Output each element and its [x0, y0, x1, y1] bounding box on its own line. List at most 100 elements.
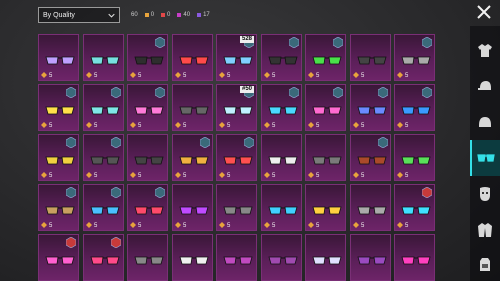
eyewear-item-slot[interactable]: 5: [350, 84, 391, 131]
eyewear-item-slot[interactable]: 5: [261, 34, 302, 81]
item-quantity: 5: [361, 123, 365, 129]
eyewear-item-slot[interactable]: #50 5: [216, 84, 257, 131]
diamond-icon: [308, 222, 314, 228]
sidebar-item-eyewear[interactable]: [470, 140, 500, 176]
sidebar-item-helmet[interactable]: [470, 104, 500, 140]
eyewear-item-slot[interactable]: 5: [38, 34, 79, 81]
eyewear-item-slot[interactable]: 5: [350, 134, 391, 181]
sunglasses-icon: [401, 156, 431, 165]
eyewear-item-slot[interactable]: 5: [127, 184, 168, 231]
backpack-icon: [480, 258, 490, 271]
eyewear-item-slot[interactable]: 5: [127, 134, 168, 181]
eyewear-item-slot[interactable]: 5: [350, 184, 391, 231]
sidebar-item-backpack[interactable]: [470, 246, 500, 281]
eyewear-item-slot[interactable]: 5: [172, 134, 213, 181]
item-quantity: 5: [361, 73, 365, 79]
eyewear-item-slot[interactable]: [261, 234, 302, 281]
item-quantity: 5: [138, 223, 142, 229]
eyewear-item-slot[interactable]: 5: [83, 84, 124, 131]
sunglasses-icon: [268, 156, 298, 165]
close-icon[interactable]: [476, 4, 492, 20]
jacket-icon: [478, 223, 492, 237]
eyewear-item-slot[interactable]: [127, 234, 168, 281]
diamond-icon: [86, 222, 92, 228]
toolbar: By Quality 60 0 0 40 17: [38, 7, 217, 23]
eyewear-item-slot[interactable]: 5: [172, 184, 213, 231]
diamond-icon: [130, 72, 136, 78]
diamond-icon: [264, 122, 270, 128]
eyewear-item-slot[interactable]: [305, 234, 346, 281]
rarity-badge-icon: [155, 37, 165, 48]
sunglasses-icon: [223, 206, 253, 215]
diamond-icon: [397, 122, 403, 128]
eyewear-item-slot[interactable]: 5: [261, 134, 302, 181]
sunglasses-icon: [357, 206, 387, 215]
eyewear-item-slot[interactable]: [172, 234, 213, 281]
item-quantity: 5: [138, 123, 142, 129]
sidebar-item-mask[interactable]: [470, 176, 500, 212]
sunglasses-icon: [357, 256, 387, 265]
eyewear-item-slot[interactable]: 5: [350, 34, 391, 81]
cap-icon: [478, 81, 491, 90]
eyewear-item-slot[interactable]: [83, 234, 124, 281]
count-red: 0: [161, 12, 170, 18]
eyewear-item-slot[interactable]: [350, 234, 391, 281]
item-quantity: 5: [49, 73, 53, 79]
item-quantity: 5: [227, 123, 231, 129]
sunglasses-icon: [401, 256, 431, 265]
item-quantity: 5: [183, 173, 187, 179]
eyewear-item-slot[interactable]: 5: [394, 184, 435, 231]
eyewear-item-slot[interactable]: 528 5: [216, 34, 257, 81]
eyewear-item-slot[interactable]: 5: [127, 84, 168, 131]
eyewear-item-slot[interactable]: [216, 234, 257, 281]
quality-counts: 60 0 0 40 17: [131, 12, 217, 18]
eyewear-item-slot[interactable]: 5: [305, 184, 346, 231]
diamond-icon: [175, 172, 181, 178]
diamond-icon: [353, 172, 359, 178]
eyewear-item-slot[interactable]: 5: [216, 184, 257, 231]
eyewear-item-slot[interactable]: 5: [305, 134, 346, 181]
item-quantity: 5: [49, 123, 53, 129]
eyewear-item-slot[interactable]: 5: [38, 184, 79, 231]
rarity-badge-icon: [333, 37, 343, 48]
diamond-icon: [175, 72, 181, 78]
eyewear-item-slot[interactable]: 5: [305, 84, 346, 131]
rarity-badge-icon: [155, 87, 165, 98]
eyewear-item-slot[interactable]: 5: [127, 34, 168, 81]
eyewear-item-slot[interactable]: 5: [261, 184, 302, 231]
item-quantity: 5: [316, 73, 320, 79]
rarity-badge-icon: [66, 87, 76, 98]
diamond-icon: [353, 222, 359, 228]
quality-filter-dropdown[interactable]: By Quality: [38, 7, 120, 23]
eyewear-item-slot[interactable]: 5: [38, 84, 79, 131]
eyewear-item-slot[interactable]: 5: [38, 134, 79, 181]
rarity-badge-icon: [378, 87, 388, 98]
eyewear-item-slot[interactable]: 5: [261, 84, 302, 131]
eyewear-item-slot[interactable]: 5: [172, 84, 213, 131]
eyewear-item-slot[interactable]: [38, 234, 79, 281]
eyewear-item-slot[interactable]: 5: [172, 34, 213, 81]
sunglasses-icon: [90, 56, 120, 65]
eyewear-item-slot[interactable]: 5: [394, 34, 435, 81]
sidebar-item-cap[interactable]: [470, 68, 500, 104]
sunglasses-icon: [223, 256, 253, 265]
eyewear-item-slot[interactable]: 5: [83, 134, 124, 181]
mask-icon: [480, 187, 490, 201]
sidebar-item-jacket[interactable]: [470, 212, 500, 248]
eyewear-item-slot[interactable]: 5: [394, 84, 435, 131]
diamond-icon: [86, 72, 92, 78]
eyewear-item-slot[interactable]: 5: [305, 34, 346, 81]
rarity-badge-icon: [66, 137, 76, 148]
item-quantity: 5: [183, 123, 187, 129]
rarity-badge-icon: [378, 137, 388, 148]
diamond-icon: [219, 72, 225, 78]
count-total: 60: [131, 12, 138, 18]
eyewear-item-slot[interactable]: 5: [83, 184, 124, 231]
diamond-icon: [130, 222, 136, 228]
sidebar-item-outfit[interactable]: [470, 32, 500, 68]
eyewear-item-slot[interactable]: 5: [216, 134, 257, 181]
eyewear-item-slot[interactable]: [394, 234, 435, 281]
eyewear-item-slot[interactable]: 5: [83, 34, 124, 81]
eyewear-item-slot[interactable]: 5: [394, 134, 435, 181]
item-quantity: 5: [316, 223, 320, 229]
